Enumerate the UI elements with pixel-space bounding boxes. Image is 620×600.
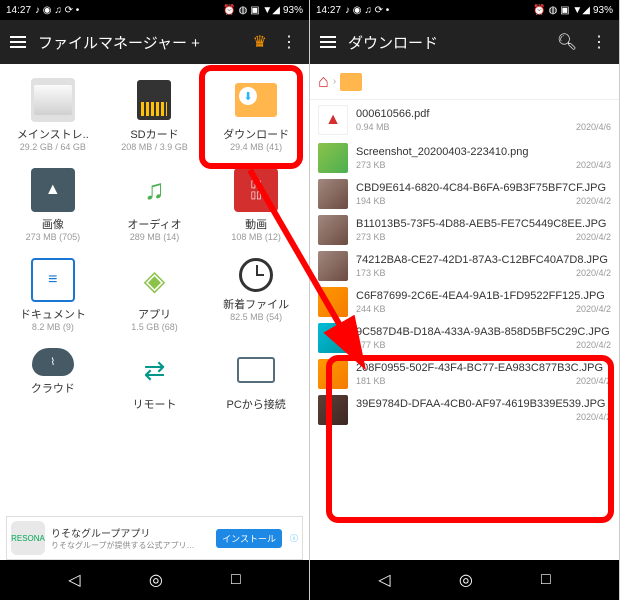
image-thumbnail — [318, 179, 348, 209]
file-item[interactable]: 208F0955-502F-43F4-BC77-EA983C877B3C.JPG… — [310, 356, 619, 392]
app-bar: ダウンロード 🔍︎ ⋮ — [310, 20, 619, 64]
grid-item-storage[interactable]: メインストレ.. 29.2 GB / 64 GB — [4, 72, 102, 158]
file-name: B11013B5-73F5-4D88-AEB5-FE7C5449C8EE.JPG — [356, 218, 611, 231]
file-item[interactable]: 74212BA8-CE27-42D1-87A3-C12BFC40A7D8.JPG… — [310, 248, 619, 284]
file-name: 208F0955-502F-43F4-BC77-EA983C877B3C.JPG — [356, 362, 611, 375]
image-thumbnail — [318, 215, 348, 245]
file-name: 39E9784D-DFAA-4CB0-AF97-4619B339E539.JPG — [356, 398, 611, 411]
file-date: 2020/4/3 — [576, 160, 611, 170]
more-icon[interactable]: ⋮ — [279, 32, 299, 52]
app-bar: ファイルマネージャー + ♛ ⋮ — [0, 20, 309, 64]
image-thumbnail — [318, 359, 348, 389]
file-date: 2020/4/6 — [576, 122, 611, 132]
file-name: C6F87699-2C6E-4EA4-9A1B-1FD9522FF125.JPG — [356, 290, 611, 303]
grid-item-pc[interactable]: PCから接続 — [207, 342, 305, 418]
file-date: 2020/4/2 — [576, 376, 611, 386]
grid-item-documents[interactable]: ≡ ドキュメント 8.2 MB (9) — [4, 252, 102, 338]
image-thumbnail — [318, 251, 348, 281]
nav-home-icon[interactable]: ◎ — [149, 570, 163, 590]
nav-recent-icon[interactable]: □ — [541, 571, 551, 589]
pdf-icon: ▲ — [318, 105, 348, 135]
grid-item-video[interactable]: ▯▯▯▯ 動画 108 MB (12) — [207, 162, 305, 248]
grid-item-recent[interactable]: 新着ファイル 82.5 MB (54) — [207, 252, 305, 338]
file-item[interactable]: Screenshot_20200403-223410.png273 KB 2020… — [310, 140, 619, 176]
nav-bar: ◁ ◎ □ — [0, 560, 309, 600]
phone-left: 14:27 ♪ ◉ ♫ ⟳ • ⏰ ◍ ▣ ▼◢ 93% ファイルマネージャー … — [0, 0, 310, 600]
category-grid: メインストレ.. 29.2 GB / 64 GB SDカード 208 MB / … — [0, 64, 309, 426]
file-size: 173 KB — [356, 268, 386, 278]
file-size: 194 KB — [356, 196, 386, 206]
file-date: 2020/4/2 — [576, 268, 611, 278]
search-icon[interactable]: 🔍︎ — [557, 32, 577, 52]
file-name: 000610566.pdf — [356, 108, 611, 121]
image-thumbnail — [318, 395, 348, 425]
nav-back-icon[interactable]: ◁ — [68, 570, 80, 590]
file-date: 2020/4/2 — [576, 340, 611, 350]
ad-install-button[interactable]: インストール — [216, 529, 282, 548]
grid-item-cloud[interactable]: ⌇ クラウド — [4, 342, 102, 418]
file-size: 0.94 MB — [356, 122, 390, 132]
status-battery: 93% — [283, 5, 303, 16]
file-date: 2020/4/2 — [576, 232, 611, 242]
file-date: 2020/4/2 — [576, 304, 611, 314]
phone-right: 14:27 ♪ ◉ ♫ ⟳ • ⏰ ◍ ▣ ▼◢ 93% ダウンロード 🔍︎ ⋮… — [310, 0, 620, 600]
nav-home-icon[interactable]: ◎ — [459, 570, 473, 590]
file-size: 273 KB — [356, 232, 386, 242]
menu-icon[interactable] — [320, 36, 336, 48]
file-item[interactable]: B11013B5-73F5-4D88-AEB5-FE7C5449C8EE.JPG… — [310, 212, 619, 248]
file-item[interactable]: CBD9E614-6820-4C84-B6FA-69B3F75BF7CF.JPG… — [310, 176, 619, 212]
nav-bar: ◁ ◎ □ — [310, 560, 619, 600]
home-icon[interactable]: ⌂ — [318, 71, 329, 92]
grid-item-images[interactable]: ▲ 画像 273 MB (705) — [4, 162, 102, 248]
status-bar: 14:27 ♪ ◉ ♫ ⟳ • ⏰ ◍ ▣ ▼◢ 93% — [0, 0, 309, 20]
file-item[interactable]: 9C587D4B-D18A-433A-9A3B-858D5BF5C29C.JPG… — [310, 320, 619, 356]
file-item[interactable]: 39E9784D-DFAA-4CB0-AF97-4619B339E539.JPG… — [310, 392, 619, 428]
file-size: 273 KB — [356, 160, 386, 170]
breadcrumb[interactable]: ⌂ › — [310, 64, 619, 100]
file-name: 74212BA8-CE27-42D1-87A3-C12BFC40A7D8.JPG — [356, 254, 611, 267]
file-item[interactable]: C6F87699-2C6E-4EA4-9A1B-1FD9522FF125.JPG… — [310, 284, 619, 320]
grid-item-apps[interactable]: ◈ アプリ 1.5 GB (68) — [106, 252, 204, 338]
image-thumbnail — [318, 143, 348, 173]
file-date: 2020/4/2 — [576, 412, 611, 422]
image-thumbnail — [318, 323, 348, 353]
file-item[interactable]: ▲ 000610566.pdf0.94 MB 2020/4/6 — [310, 100, 619, 140]
file-name: 9C587D4B-D18A-433A-9A3B-858D5BF5C29C.JPG — [356, 326, 611, 339]
grid-item-sdcard[interactable]: SDカード 208 MB / 3.9 GB — [106, 72, 204, 158]
file-date: 2020/4/2 — [576, 196, 611, 206]
menu-icon[interactable] — [10, 36, 26, 48]
grid-item-remote[interactable]: ⇄ リモート — [106, 342, 204, 418]
chevron-right-icon: › — [333, 76, 336, 87]
app-title: ダウンロード — [348, 32, 545, 53]
file-size: 181 KB — [356, 376, 386, 386]
nav-back-icon[interactable]: ◁ — [378, 570, 390, 590]
folder-icon[interactable] — [340, 73, 362, 91]
file-size: 244 KB — [356, 304, 386, 314]
crown-icon[interactable]: ♛ — [253, 32, 267, 52]
ad-app-icon: RESONA — [11, 521, 45, 555]
nav-recent-icon[interactable]: □ — [231, 571, 241, 589]
more-icon[interactable]: ⋮ — [589, 32, 609, 52]
ad-banner[interactable]: RESONA りそなグループアプリ りそなグループが提供する公式アプリ… インス… — [6, 516, 303, 560]
status-bar: 14:27 ♪ ◉ ♫ ⟳ • ⏰ ◍ ▣ ▼◢ 93% — [310, 0, 619, 20]
file-size: 277 KB — [356, 340, 386, 350]
file-list[interactable]: ▲ 000610566.pdf0.94 MB 2020/4/6 Screenshot_… — [310, 100, 619, 560]
grid-item-audio[interactable]: ♫ オーディオ 289 MB (14) — [106, 162, 204, 248]
app-title: ファイルマネージャー + — [38, 32, 241, 53]
file-name: CBD9E614-6820-4C84-B6FA-69B3F75BF7CF.JPG — [356, 182, 611, 195]
status-time: 14:27 — [6, 5, 31, 16]
image-thumbnail — [318, 287, 348, 317]
file-name: Screenshot_20200403-223410.png — [356, 146, 611, 159]
grid-item-download[interactable]: ⬇ ダウンロード 29.4 MB (41) — [207, 72, 305, 158]
